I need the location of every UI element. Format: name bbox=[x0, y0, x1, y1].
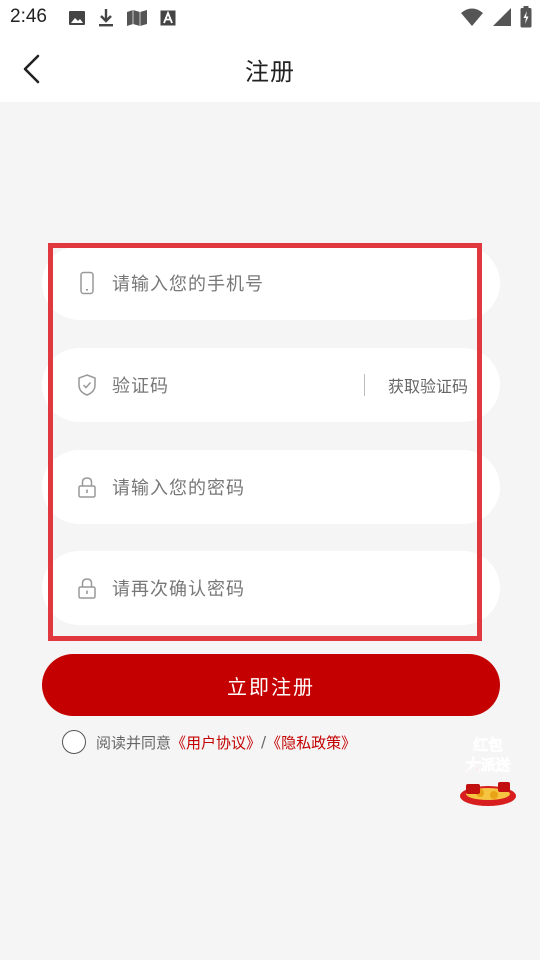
agreement-checkbox[interactable] bbox=[62, 730, 86, 754]
privacy-policy-link[interactable]: 《隐私政策》 bbox=[266, 732, 356, 753]
signal-icon bbox=[493, 8, 511, 26]
page-title: 注册 bbox=[245, 58, 295, 86]
register-button[interactable]: 立即注册 bbox=[42, 654, 500, 716]
agreement-prefix: 阅读并同意 bbox=[96, 733, 172, 752]
promo-line1: 红包 bbox=[473, 736, 503, 754]
promo-line2: 大派送 bbox=[465, 756, 511, 774]
image-icon bbox=[69, 11, 85, 25]
red-packet-badge[interactable]: 红包 大派送 bbox=[456, 734, 520, 810]
status-bar: 2:46 bbox=[0, 0, 540, 36]
status-icons-right bbox=[460, 6, 532, 28]
status-time: 2:46 bbox=[10, 6, 47, 27]
user-agreement-link[interactable]: 《用户协议》 bbox=[171, 732, 261, 753]
app-header: 注册 bbox=[0, 36, 540, 102]
form-highlight-frame bbox=[48, 243, 482, 641]
agreement-row: 阅读并同意 《用户协议》 / 《隐私政策》 bbox=[62, 730, 356, 754]
red-packet-icon: 红包 大派送 bbox=[460, 736, 516, 806]
map-icon bbox=[127, 10, 147, 26]
status-icons-left bbox=[68, 8, 176, 28]
download-icon bbox=[99, 9, 113, 27]
font-icon bbox=[160, 10, 176, 26]
battery-icon bbox=[520, 6, 532, 28]
wifi-icon bbox=[461, 8, 483, 26]
